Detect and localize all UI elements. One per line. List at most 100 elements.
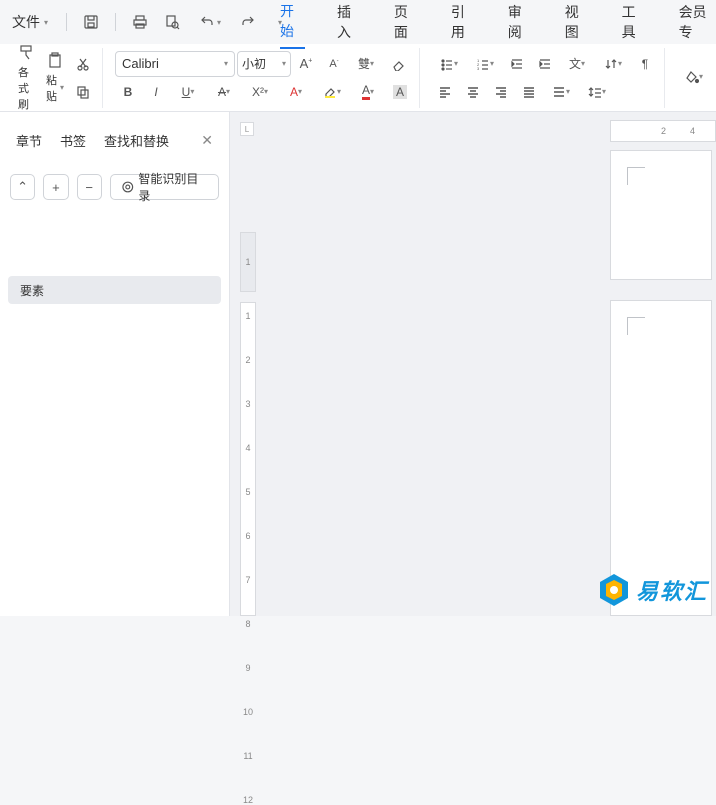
- underline-button[interactable]: U▾: [171, 79, 205, 105]
- tab-tools[interactable]: 工具: [622, 0, 647, 48]
- numbering-button[interactable]: 123▾: [468, 51, 502, 77]
- ruler-tick: 1: [245, 311, 250, 321]
- shading-button[interactable]: ▾: [677, 64, 711, 90]
- ruler-tick: 3: [245, 399, 250, 409]
- italic-icon: I: [154, 85, 157, 99]
- tab-view[interactable]: 视图: [565, 0, 590, 48]
- page-thumbnail-2[interactable]: [610, 300, 712, 616]
- redo-button[interactable]: [234, 8, 262, 36]
- element-row[interactable]: 要素: [8, 276, 221, 304]
- chevron-down-icon: ▾: [370, 59, 374, 68]
- paragraph-marks-button[interactable]: ¶: [632, 51, 658, 77]
- strikethrough-button[interactable]: A▾: [207, 79, 241, 105]
- file-menu[interactable]: 文件 ▾: [4, 8, 56, 36]
- sort-icon: [604, 57, 618, 71]
- svg-text:3: 3: [477, 66, 480, 71]
- undo-button[interactable]: ▾: [190, 8, 230, 36]
- align-left-icon: [438, 85, 452, 99]
- align-justify-button[interactable]: [516, 79, 542, 105]
- bold-button[interactable]: B: [115, 79, 141, 105]
- page-thumbnail-1[interactable]: [610, 150, 712, 280]
- minus-icon: −: [85, 180, 93, 195]
- paragraph-group: ▾ 123▾ 文▾ ▾ ¶ ▾ ▾: [426, 48, 665, 108]
- tab-start[interactable]: 开始: [280, 0, 305, 49]
- chevron-down-icon: ▾: [699, 72, 703, 81]
- numbering-icon: 123: [476, 57, 490, 71]
- superscript-button[interactable]: X²▾: [243, 79, 277, 105]
- font-name-value: Calibri: [122, 56, 159, 71]
- char-shading-button[interactable]: A: [387, 79, 413, 105]
- sort-button[interactable]: ▾: [596, 51, 630, 77]
- tab-page[interactable]: 页面: [394, 0, 419, 48]
- chevron-down-icon: ▾: [282, 59, 286, 68]
- add-button[interactable]: +: [43, 174, 68, 200]
- format-painter-icon: [18, 44, 36, 62]
- format-painter-label: 各式刷: [18, 64, 36, 112]
- collapse-button[interactable]: ⌃: [10, 174, 35, 200]
- sidebar-tab-bookmarks[interactable]: 书签: [60, 131, 86, 150]
- navigation-sidebar: 章节 书签 查找和替换 ✕ ⌃ + − 智能识别目录 要素: [0, 112, 230, 616]
- file-menu-label: 文件: [12, 12, 40, 32]
- print-preview-icon: [164, 14, 180, 30]
- ruler-tick: 5: [245, 487, 250, 497]
- horizontal-ruler[interactable]: 2 4: [610, 120, 716, 142]
- font-name-select[interactable]: Calibri ▾: [115, 51, 235, 77]
- chevron-down-icon: ▾: [602, 87, 606, 96]
- increase-indent-button[interactable]: [532, 51, 558, 77]
- align-center-icon: [466, 85, 480, 99]
- decrease-font-button[interactable]: A-: [321, 51, 347, 77]
- sidebar-tab-find-replace[interactable]: 查找和替换: [104, 131, 169, 150]
- phonetic-guide-icon: 雙: [358, 55, 370, 72]
- font-size-select[interactable]: 小初 ▾: [237, 51, 291, 77]
- tab-member[interactable]: 会员专: [679, 0, 716, 48]
- sidebar-close-button[interactable]: ✕: [201, 132, 213, 149]
- align-right-button[interactable]: [488, 79, 514, 105]
- increase-font-button[interactable]: A+: [293, 51, 319, 77]
- ruler-tick: 9: [245, 663, 250, 673]
- tab-reference[interactable]: 引用: [451, 0, 476, 48]
- close-icon: ✕: [201, 132, 213, 148]
- font-color-button[interactable]: A▾: [351, 79, 385, 105]
- text-effects-button[interactable]: A▾: [279, 79, 313, 105]
- copy-button[interactable]: [70, 79, 96, 105]
- document-area: L 2 4 1 1 2 3 4 5 6 7 8 9 10 11 12: [230, 112, 716, 616]
- bullets-button[interactable]: ▾: [432, 51, 466, 77]
- undo-icon: [199, 14, 215, 30]
- watermark-logo-icon: [598, 572, 630, 608]
- page-margin-indicator: [627, 317, 645, 335]
- print-preview-button[interactable]: [158, 8, 186, 36]
- print-icon: [132, 14, 148, 30]
- chevron-down-icon: ▾: [337, 87, 341, 96]
- align-left-button[interactable]: [432, 79, 458, 105]
- font-group: Calibri ▾ 小初 ▾ A+ A- 雙▾ B I U▾ A▾ X²▾ A▾…: [109, 48, 420, 108]
- distribute-button[interactable]: ▾: [544, 79, 578, 105]
- paste-label: 粘贴: [46, 72, 58, 104]
- chevron-down-icon: ▾: [264, 87, 268, 96]
- ruler-tick: 2: [661, 126, 666, 136]
- remove-button[interactable]: −: [77, 174, 102, 200]
- italic-button[interactable]: I: [143, 79, 169, 105]
- cut-button[interactable]: [70, 51, 96, 77]
- tab-review[interactable]: 审阅: [508, 0, 533, 48]
- save-button[interactable]: [77, 8, 105, 36]
- vertical-ruler-margin[interactable]: 1: [240, 232, 256, 292]
- ruler-tick: 10: [243, 707, 253, 717]
- paste-icon: [46, 52, 64, 70]
- tab-insert[interactable]: 插入: [337, 0, 362, 48]
- decrease-font-icon: A-: [329, 58, 338, 70]
- paste-button[interactable]: 粘贴▾: [42, 48, 68, 108]
- chevron-down-icon: ▾: [44, 18, 48, 27]
- decrease-indent-button[interactable]: [504, 51, 530, 77]
- print-button[interactable]: [126, 8, 154, 36]
- smart-toc-button[interactable]: 智能识别目录: [110, 174, 219, 200]
- highlight-button[interactable]: ▾: [315, 79, 349, 105]
- text-direction-button[interactable]: 文▾: [560, 51, 594, 77]
- change-case-button[interactable]: 雙▾: [349, 51, 383, 77]
- line-spacing-button[interactable]: ▾: [580, 79, 614, 105]
- sidebar-tab-chapters[interactable]: 章节: [16, 131, 42, 150]
- vertical-ruler[interactable]: 1 2 3 4 5 6 7 8 9 10 11 12: [240, 302, 256, 616]
- align-center-button[interactable]: [460, 79, 486, 105]
- scissors-icon: [76, 57, 90, 71]
- format-painter-button[interactable]: 各式刷: [14, 40, 40, 116]
- clear-format-button[interactable]: [385, 51, 411, 77]
